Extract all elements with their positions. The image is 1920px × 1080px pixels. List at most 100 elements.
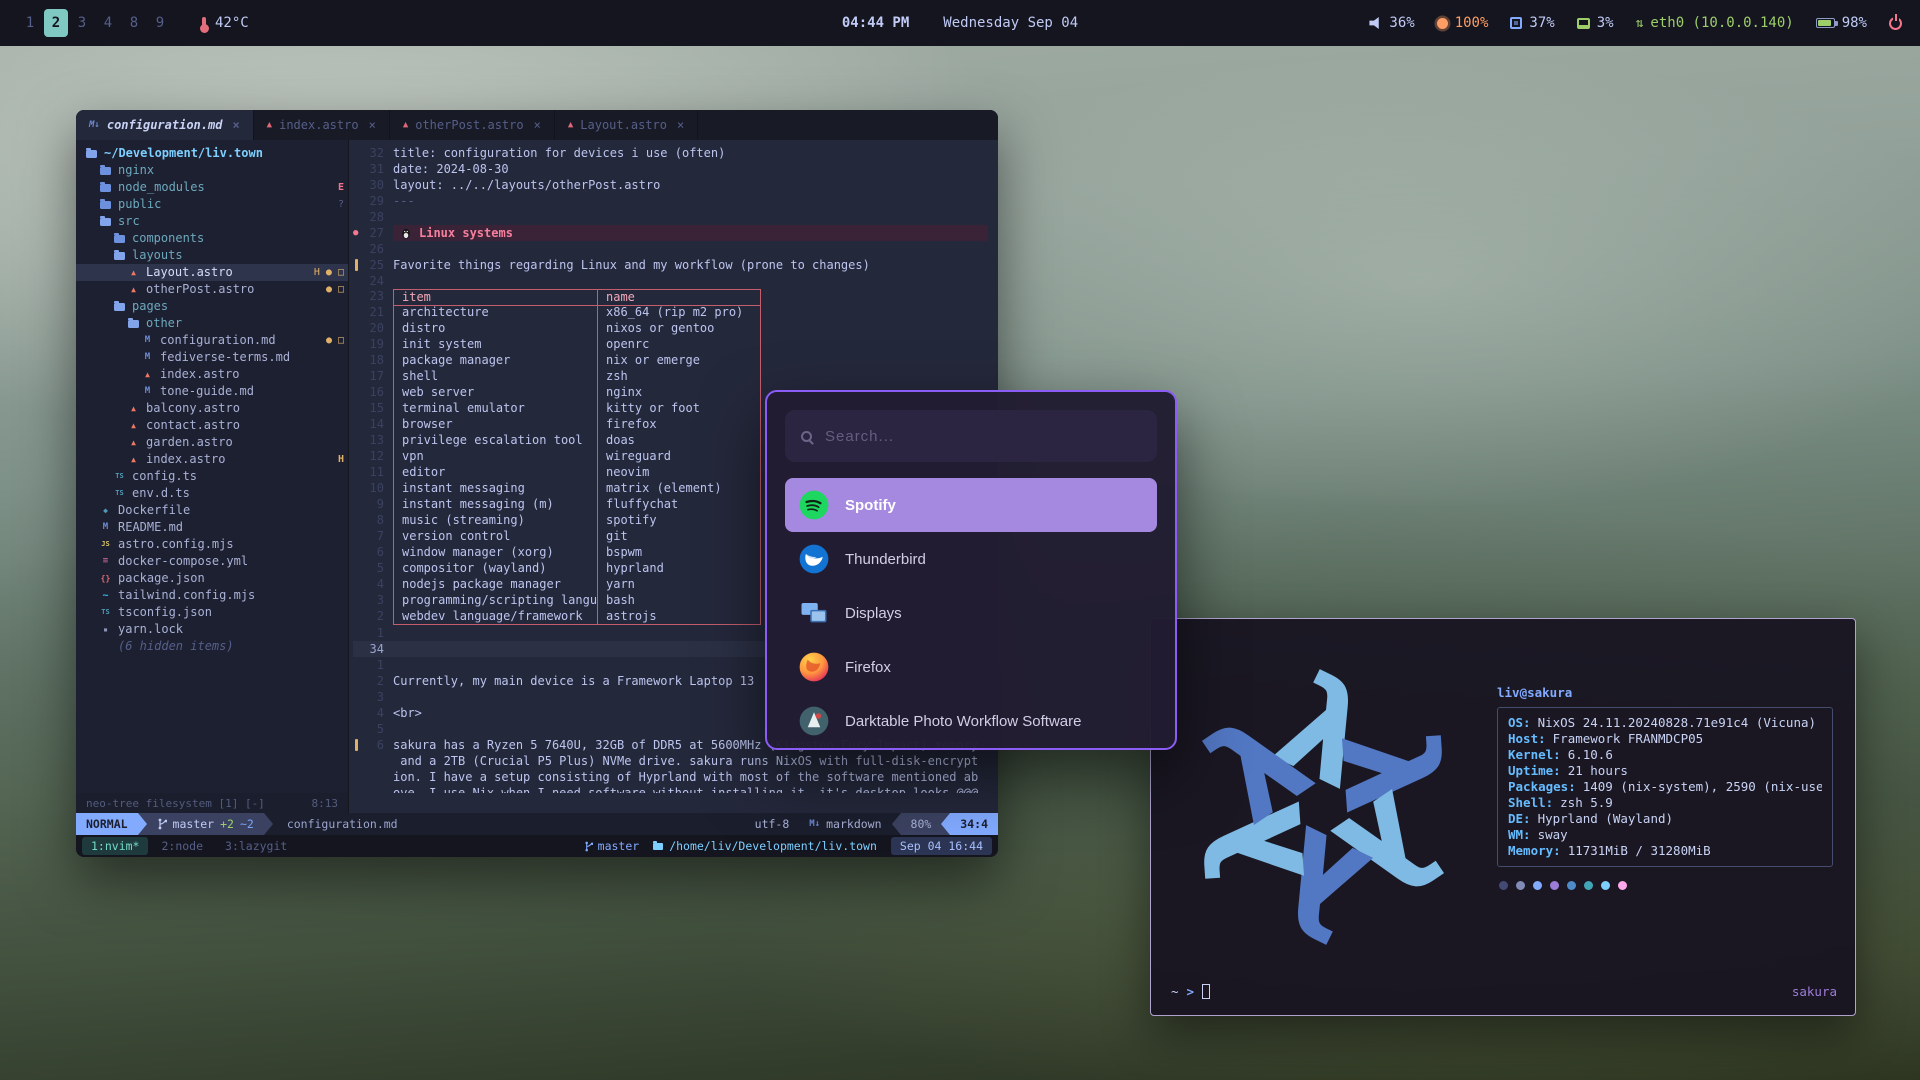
volume-module[interactable]: 36% xyxy=(1369,15,1414,31)
file-name: tsconfig.json xyxy=(118,604,212,621)
close-icon[interactable]: × xyxy=(677,118,684,132)
tree-item[interactable]: (6 hidden items) xyxy=(76,638,348,655)
workspace-button[interactable]: 3 xyxy=(70,9,94,37)
tree-item[interactable]: env.d.ts xyxy=(76,485,348,502)
tmux-window[interactable]: 3:lazygit xyxy=(216,837,296,855)
encoding-indicator: utf-8 xyxy=(745,813,800,835)
launcher-results: Spotify Thunderbird Displays xyxy=(785,478,1157,748)
file-icon xyxy=(128,320,139,328)
workspace-button[interactable]: 8 xyxy=(122,9,146,37)
table-cell-name: wireguard xyxy=(597,449,761,465)
cpu-module[interactable]: 37% xyxy=(1510,15,1554,31)
tree-item[interactable]: node_modules E xyxy=(76,179,348,196)
info-value: 1409 (nix-system), 2590 (nix-user) xyxy=(1583,779,1822,795)
tree-item[interactable]: index.astro H xyxy=(76,451,348,468)
tree-item[interactable]: garden.astro xyxy=(76,434,348,451)
tree-item[interactable]: Layout.astro H ● □ xyxy=(76,264,348,281)
tree-item[interactable]: ~/Development/liv.town xyxy=(76,145,348,162)
tree-item[interactable]: src xyxy=(76,213,348,230)
neotree-statusline: neo-tree filesystem [1] [-] 8:13 xyxy=(76,793,998,813)
table-cell-name: spotify xyxy=(597,513,761,529)
penguin-icon xyxy=(400,227,412,239)
tree-item[interactable]: otherPost.astro ● □ xyxy=(76,281,348,298)
clock[interactable]: 04:44 PM Wednesday Sep 04 xyxy=(842,0,1078,46)
file-name: node_modules xyxy=(118,179,205,196)
tab-index-astro[interactable]: ▲ index.astro × xyxy=(254,110,390,140)
network-module[interactable]: eth0 (10.0.0.140) xyxy=(1636,15,1794,31)
power-button[interactable] xyxy=(1889,17,1902,30)
tab-label: configuration.md xyxy=(107,118,223,132)
workspace-button[interactable]: 9 xyxy=(148,9,172,37)
tree-item[interactable]: pages xyxy=(76,298,348,315)
shell-prompt[interactable]: ~ > xyxy=(1171,984,1210,999)
launcher-item-displays[interactable]: Displays xyxy=(785,586,1157,640)
statusline-filename: configuration.md xyxy=(273,813,412,835)
tab-layout-astro[interactable]: ▲ Layout.astro × xyxy=(555,110,698,140)
tree-item[interactable]: nginx xyxy=(76,162,348,179)
darktable-icon xyxy=(799,706,829,736)
battery-module[interactable]: 98% xyxy=(1816,15,1867,31)
launcher-item-label: Spotify xyxy=(845,497,896,514)
launcher-item-darktable[interactable]: Darktable Photo Workflow Software xyxy=(785,694,1157,748)
file-icon xyxy=(86,150,97,158)
launcher-search[interactable] xyxy=(785,410,1157,462)
tab-label: Layout.astro xyxy=(580,118,667,132)
memory-module[interactable]: 3% xyxy=(1577,15,1614,31)
file-name: fediverse-terms.md xyxy=(160,349,290,366)
file-badge: ● □ xyxy=(320,281,344,298)
tree-item[interactable]: astro.config.mjs xyxy=(76,536,348,553)
tree-item[interactable]: tone-guide.md xyxy=(76,383,348,400)
user-host: liv@sakura xyxy=(1497,685,1833,700)
workspace-button[interactable]: 4 xyxy=(96,9,120,37)
terminal-window[interactable]: liv@sakura OS: NixOS 24.11.20240828.71e9… xyxy=(1150,618,1856,1016)
workspace-button[interactable]: 1 xyxy=(18,9,42,37)
search-input[interactable] xyxy=(825,428,1141,445)
tmux-window[interactable]: 1:nvim* xyxy=(82,837,148,855)
file-name: configuration.md xyxy=(160,332,276,349)
tmux-windows: 1:nvim* 2:node 3:lazygit xyxy=(82,837,296,855)
brightness-module[interactable]: 100% xyxy=(1437,15,1489,31)
statusline: NORMAL master +2 ~2 configuration.md utf… xyxy=(76,813,998,835)
cursor-line-number: 34 xyxy=(363,641,393,657)
tree-item[interactable]: components xyxy=(76,230,348,247)
file-icon xyxy=(98,587,113,604)
tree-item[interactable]: fediverse-terms.md xyxy=(76,349,348,366)
tree-item[interactable]: README.md xyxy=(76,519,348,536)
tree-item[interactable]: yarn.lock xyxy=(76,621,348,638)
file-name: garden.astro xyxy=(146,434,233,451)
close-icon[interactable]: × xyxy=(534,118,541,132)
launcher-item-firefox[interactable]: Firefox xyxy=(785,640,1157,694)
launcher-item-thunderbird[interactable]: Thunderbird xyxy=(785,532,1157,586)
table-cell-name: astrojs xyxy=(597,609,761,625)
tree-item[interactable]: layouts xyxy=(76,247,348,264)
tree-item[interactable]: tailwind.config.mjs xyxy=(76,587,348,604)
tree-item[interactable]: index.astro xyxy=(76,366,348,383)
tree-item[interactable]: config.ts xyxy=(76,468,348,485)
close-icon[interactable]: × xyxy=(369,118,376,132)
tree-item[interactable]: package.json xyxy=(76,570,348,587)
tmux-window[interactable]: 2:node xyxy=(152,837,212,855)
tree-item[interactable]: other xyxy=(76,315,348,332)
clock-time: 04:44 PM xyxy=(842,15,909,31)
close-icon[interactable]: × xyxy=(232,118,239,132)
launcher-item-spotify[interactable]: Spotify xyxy=(785,478,1157,532)
table-cell-name: zsh xyxy=(597,369,761,385)
file-icon xyxy=(140,349,155,366)
tree-item[interactable]: public ? xyxy=(76,196,348,213)
file-name: balcony.astro xyxy=(146,400,240,417)
info-value: sway xyxy=(1538,827,1568,843)
tab-otherpost-astro[interactable]: ▲ otherPost.astro × xyxy=(390,110,555,140)
file-tree-list: ~/Development/liv.town nginx node_module… xyxy=(76,145,348,655)
tab-configuration-md[interactable]: M↓ configuration.md × xyxy=(76,110,254,140)
tree-item[interactable]: contact.astro xyxy=(76,417,348,434)
tab-label: index.astro xyxy=(279,118,358,132)
heading-band: Linux systems xyxy=(393,225,988,241)
workspace-button[interactable]: 2 xyxy=(44,9,68,37)
tree-item[interactable]: docker-compose.yml xyxy=(76,553,348,570)
tree-item[interactable]: configuration.md ● □ xyxy=(76,332,348,349)
tree-item[interactable]: Dockerfile xyxy=(76,502,348,519)
intro-lines: 26 25 Favorite things regarding Linux an… xyxy=(353,241,998,289)
table-cell-name: matrix (element) xyxy=(597,481,761,497)
tree-item[interactable]: balcony.astro xyxy=(76,400,348,417)
tree-item[interactable]: tsconfig.json xyxy=(76,604,348,621)
